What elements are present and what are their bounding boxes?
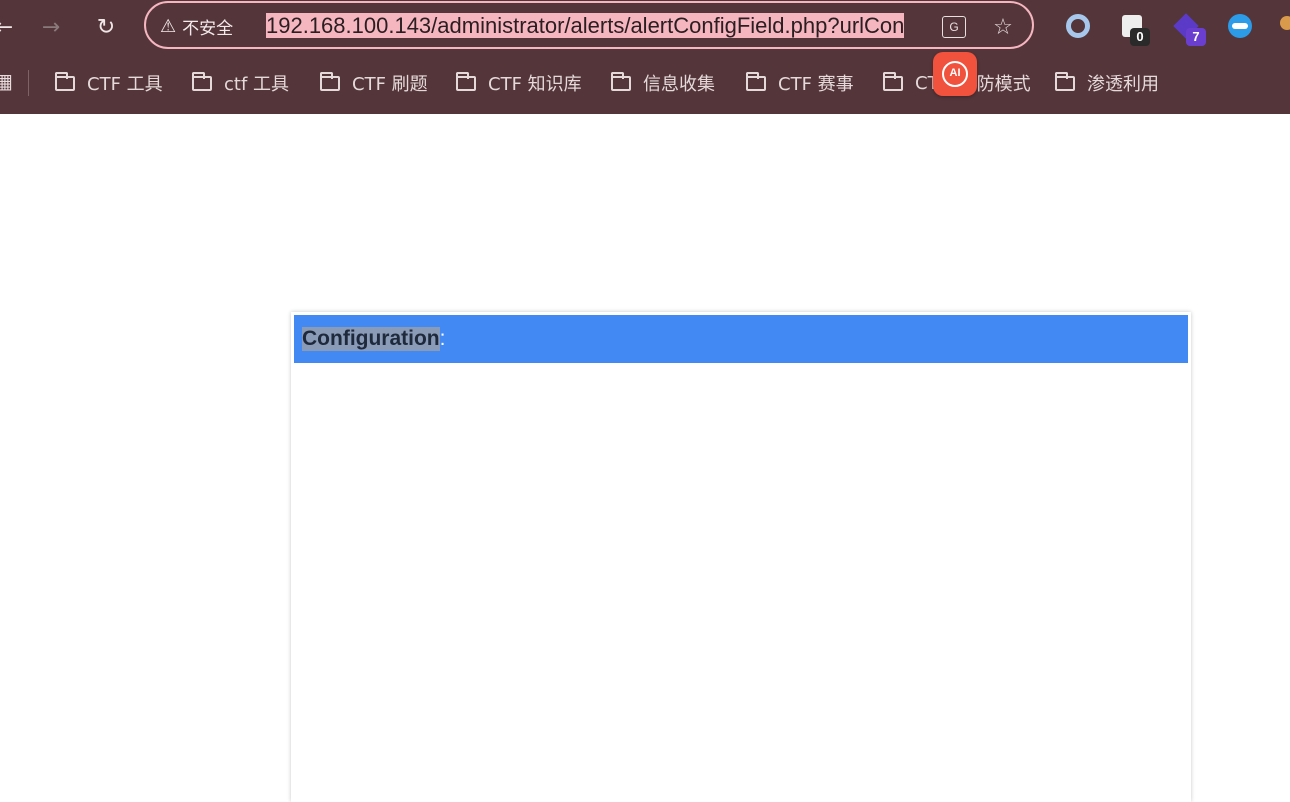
bookmark-label: CTF 知识库: [488, 74, 582, 95]
folder-icon: [192, 71, 212, 91]
security-label: 不安全: [182, 18, 234, 39]
bookmark-star-icon[interactable]: ☆: [989, 13, 1017, 41]
apps-grid-icon[interactable]: ▦: [0, 70, 13, 92]
config-header: Configuration:: [294, 315, 1188, 363]
ai-assistant-button[interactable]: AI: [933, 52, 977, 96]
bookmarks-separator: [28, 70, 29, 96]
bookmark-label: 信息收集: [643, 74, 715, 95]
folder-icon: [55, 71, 75, 91]
address-bar[interactable]: ⚠ 不安全 192.168.100.143/administrator/aler…: [144, 1, 1034, 49]
forward-button[interactable]: →: [33, 9, 69, 45]
bookmark-label: CTF 刷题: [352, 74, 428, 95]
folder-icon: [883, 71, 903, 91]
bookmarks-bar: ▦ CTF 工具 ctf 工具 CTF 刷题 CTF 知识库 信息收集 CTF …: [0, 62, 1290, 104]
bookmark-label: 渗透利用: [1087, 74, 1159, 95]
extension-cookie-icon[interactable]: [1280, 16, 1290, 36]
translate-icon[interactable]: G: [940, 13, 968, 41]
bookmark-label: 防模式: [976, 74, 1031, 95]
security-indicator[interactable]: ⚠ 不安全: [160, 14, 234, 39]
extension-badge-count: 7: [1186, 28, 1206, 46]
bookmark-folder[interactable]: CTF 刷题: [320, 69, 428, 97]
extension-badge-count: 0: [1130, 28, 1150, 46]
reload-icon: ↻: [96, 14, 116, 40]
url-selected-text: 192.168.100.143/administrator/alerts/ale…: [266, 13, 905, 38]
bookmark-folder[interactable]: CTF 知识库: [456, 69, 582, 97]
bookmark-folder[interactable]: CTF 工具: [55, 69, 163, 97]
browser-chrome: ← → ↻ ⚠ 不安全 192.168.100.143/administrato…: [0, 0, 1290, 114]
reload-button[interactable]: ↻: [88, 9, 124, 45]
bookmark-folder[interactable]: 渗透利用: [1055, 69, 1159, 97]
bookmark-label: CTF 赛事: [778, 74, 854, 95]
folder-icon: [611, 71, 631, 91]
ai-icon: AI: [942, 61, 968, 87]
config-title-suffix: :: [439, 327, 446, 350]
config-panel: Configuration:: [291, 312, 1191, 802]
back-button[interactable]: ←: [0, 9, 22, 45]
folder-icon: [456, 71, 476, 91]
config-title: Configuration: [302, 327, 440, 351]
translate-glyph: G: [942, 16, 966, 38]
folder-icon: [1055, 71, 1075, 91]
bookmark-label: CTF 工具: [87, 74, 163, 95]
browser-toolbar: ← → ↻ ⚠ 不安全 192.168.100.143/administrato…: [0, 0, 1290, 54]
arrow-right-icon: →: [41, 14, 61, 40]
extension-ring-icon[interactable]: [1064, 12, 1092, 40]
bookmark-folder[interactable]: CTF 赛事: [746, 69, 854, 97]
bookmark-folder[interactable]: ctf 工具: [192, 69, 289, 97]
bookmark-folder[interactable]: 信息收集: [611, 69, 715, 97]
extension-mask-icon[interactable]: [1226, 12, 1254, 40]
warning-icon: ⚠: [160, 15, 177, 37]
bookmark-label: ctf 工具: [224, 74, 290, 95]
folder-icon: [746, 71, 766, 91]
url-text[interactable]: 192.168.100.143/administrator/alerts/ale…: [266, 13, 926, 39]
folder-icon: [320, 71, 340, 91]
arrow-left-icon: ←: [0, 14, 14, 40]
